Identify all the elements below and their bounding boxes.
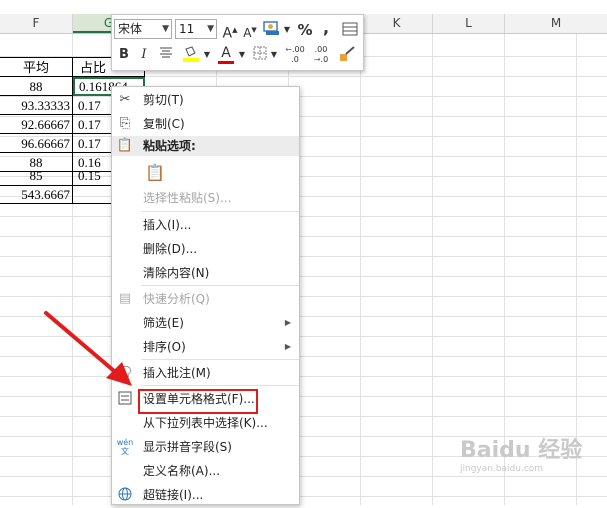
watermark-text: Baidu 经验 [460, 438, 583, 463]
watermark-subtext: jingyan.baidu.com [460, 464, 544, 474]
watermark: Baidu 经验 jingyan.baidu.com [460, 432, 600, 492]
annotation-arrow-icon [44, 311, 132, 386]
